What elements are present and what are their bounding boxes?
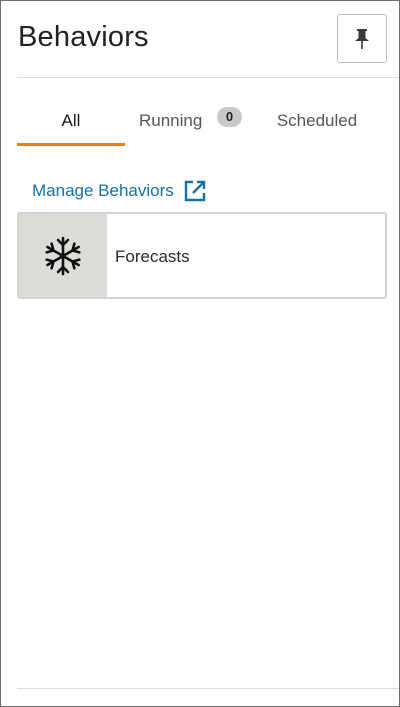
- tab-bar: All Running 0 Scheduled: [17, 101, 387, 146]
- external-link-icon: [184, 180, 206, 202]
- tab-all[interactable]: All: [17, 101, 125, 146]
- behaviors-panel: Behaviors All Running 0 Scheduled Manage…: [0, 0, 400, 707]
- manage-behaviors-label: Manage Behaviors: [32, 181, 174, 200]
- pin-button[interactable]: [337, 14, 387, 63]
- pin-icon: [355, 28, 369, 49]
- snowflake-icon: [45, 236, 81, 275]
- behavior-card-forecasts[interactable]: Forecasts: [17, 212, 387, 299]
- header-divider: [17, 77, 399, 78]
- tab-all-label: All: [61, 111, 81, 130]
- running-count-badge: 0: [217, 107, 242, 127]
- behavior-icon-tile: [19, 214, 107, 297]
- tab-running-label: Running: [139, 111, 203, 130]
- tab-scheduled[interactable]: Scheduled: [257, 101, 377, 146]
- behavior-card-label: Forecasts: [115, 247, 190, 266]
- panel-title: Behaviors: [18, 21, 149, 53]
- manage-behaviors-link[interactable]: Manage Behaviors: [32, 178, 206, 204]
- active-tab-indicator: [17, 143, 125, 146]
- tab-scheduled-label: Scheduled: [276, 111, 358, 130]
- panel-header: Behaviors: [1, 1, 399, 77]
- footer-divider: [17, 688, 399, 689]
